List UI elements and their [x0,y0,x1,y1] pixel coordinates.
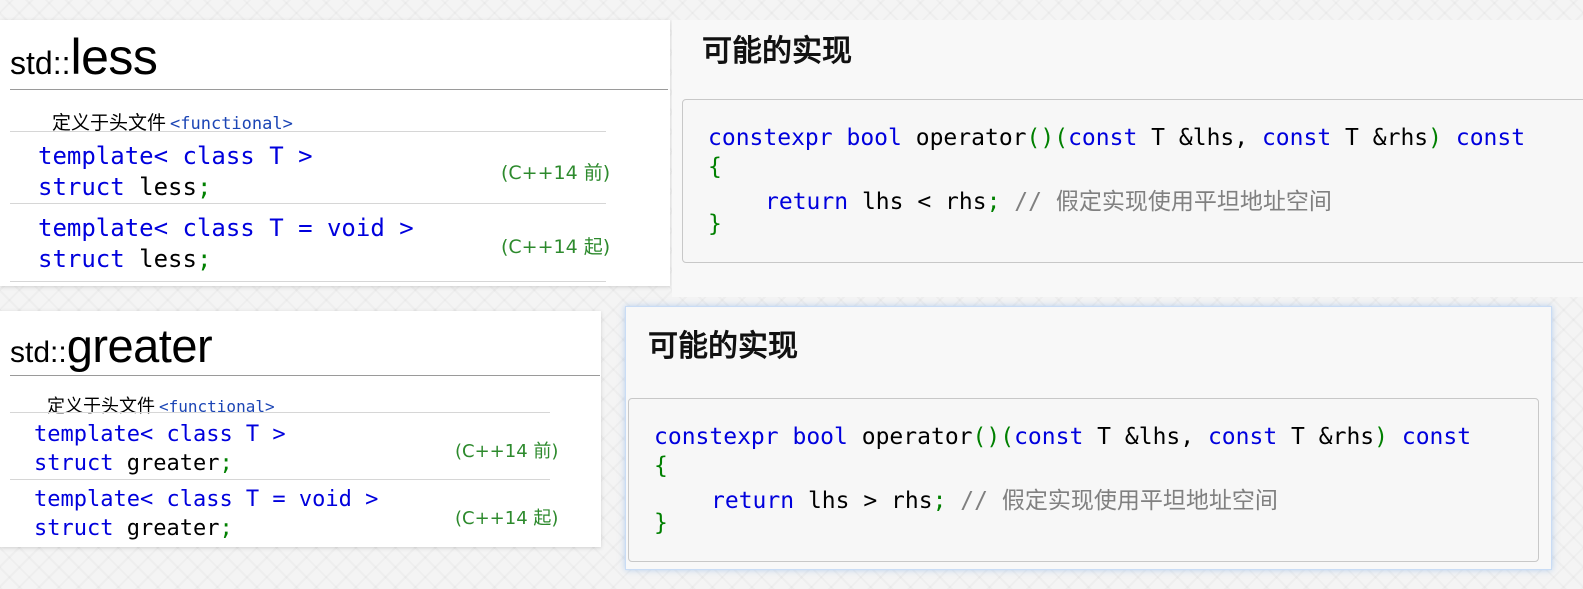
greater-decl-1-line-1: template< class T > [34,422,286,447]
greater-implementation-panel: 可能的实现 constexpr bool operator()(const T … [625,306,1552,570]
less-implementation-code-box: constexpr bool operator()(const T &lhs, … [682,99,1583,263]
less-decl-2-version-badge: (C++14 起) [501,236,611,258]
less-decl-1-line-2: struct less; [38,173,212,201]
greater-row-divider [10,479,550,480]
greater-header-label: 定义于头文件 [47,396,155,416]
less-title-divider [10,89,668,90]
less-title: std::less [10,28,158,86]
greater-decl-2-line-1: template< class T = void > [34,487,379,512]
less-title-namespace: std:: [10,45,71,81]
less-row-divider [10,281,606,282]
greater-title: std::greater [10,318,213,373]
greater-title-name: greater [66,319,213,372]
greater-decl-1-line-2: struct greater; [34,451,233,476]
greater-impl-close-brace: } [654,510,668,536]
greater-impl-return-line: return lhs > rhs; // 假定实现使用平坦地址空间 [711,488,1278,514]
less-decl-1-line-1: template< class T > [38,142,313,170]
less-decl-2-line-1: template< class T = void > [38,214,414,242]
greater-title-divider [10,375,600,376]
less-implementation-panel: 可能的实现 constexpr bool operator()(const T … [672,20,1583,297]
greater-implementation-code-box: constexpr bool operator()(const T &lhs, … [628,398,1539,562]
greater-decl-2-version-badge: (C++14 起) [455,508,559,529]
less-decl-2-line-2: struct less; [38,245,212,273]
less-declaration-panel: std::less 定义于头文件 <functional> template< c… [0,20,670,286]
greater-header-line: 定义于头文件 <functional> [47,392,275,418]
greater-title-namespace: std:: [10,336,67,369]
less-title-name: less [70,29,158,85]
less-implementation-title: 可能的实现 [702,34,852,69]
greater-row-divider [10,412,550,413]
greater-header-file-link[interactable]: <functional> [159,397,275,416]
less-impl-signature: constexpr bool operator()(const T &lhs, … [708,125,1526,151]
greater-decl-1-version-badge: (C++14 前) [455,441,559,462]
less-decl-1-version-badge: (C++14 前) [501,162,611,184]
less-impl-close-brace: } [708,211,722,237]
less-row-divider [10,131,606,132]
less-row-divider [10,203,606,204]
greater-declaration-panel: std::greater 定义于头文件 <functional> template… [0,311,601,547]
less-impl-return-line: return lhs < rhs; // 假定实现使用平坦地址空间 [765,189,1332,215]
greater-implementation-title: 可能的实现 [648,329,798,364]
greater-decl-2-line-2: struct greater; [34,516,233,541]
less-impl-open-brace: { [708,154,722,180]
greater-impl-signature: constexpr bool operator()(const T &lhs, … [654,424,1472,450]
greater-impl-open-brace: { [654,453,668,479]
